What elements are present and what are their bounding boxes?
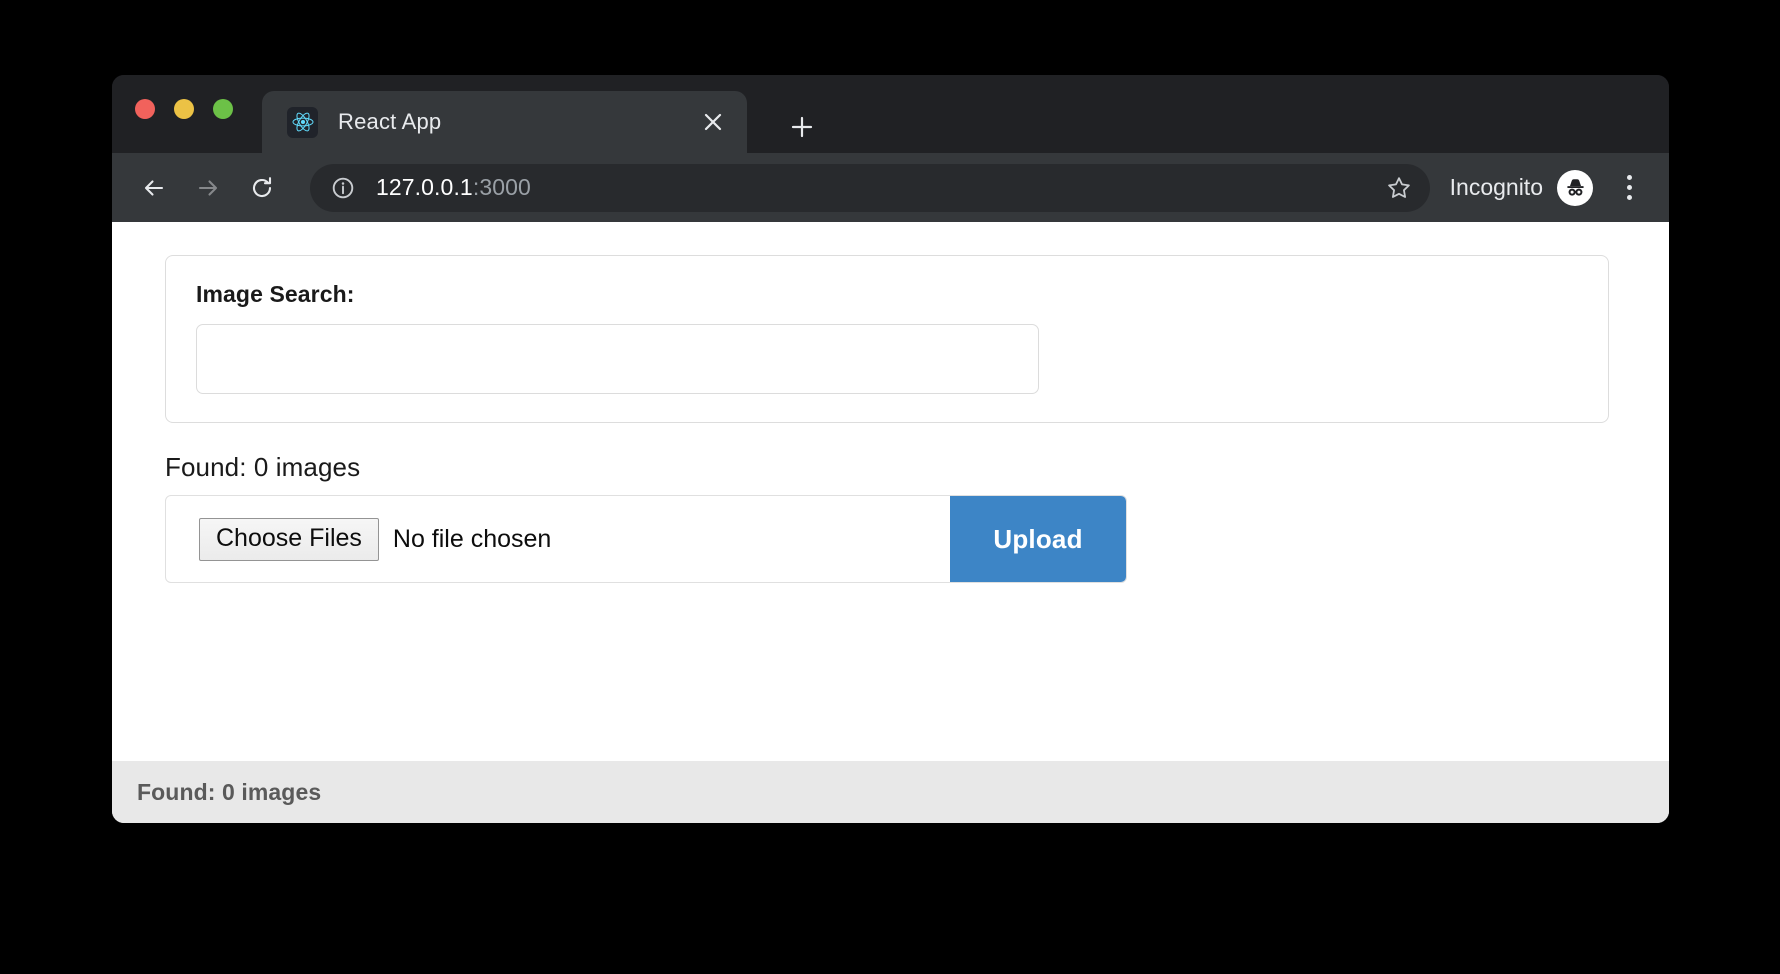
image-search-input[interactable]	[196, 324, 1039, 394]
page-viewport: Image Search: Found: 0 images Choose Fil…	[112, 222, 1669, 823]
no-file-chosen-text: No file chosen	[392, 524, 552, 553]
three-dot-menu-icon[interactable]	[1607, 164, 1651, 212]
react-logo-icon	[287, 106, 318, 138]
address-bar-url: 127.0.0.1:3000	[376, 174, 1378, 201]
star-outline-icon[interactable]	[1378, 167, 1420, 209]
reload-icon[interactable]	[238, 164, 286, 212]
page-content: Image Search: Found: 0 images Choose Fil…	[112, 222, 1669, 761]
info-circle-icon[interactable]	[330, 175, 356, 201]
close-icon[interactable]	[693, 102, 733, 142]
menu-dot	[1626, 175, 1632, 180]
upload-button[interactable]: Upload	[950, 496, 1126, 582]
tab-react-app[interactable]: React App	[262, 91, 747, 153]
profile-chip[interactable]: Incognito	[1449, 169, 1593, 206]
browser-window: React App 127.0.0.1:3000 Incognito Image…	[112, 75, 1669, 823]
menu-dot	[1626, 195, 1632, 200]
address-bar-port: :3000	[472, 174, 531, 200]
choose-files-button[interactable]: Choose Files	[199, 517, 379, 561]
menu-dot	[1626, 185, 1632, 190]
incognito-avatar-icon[interactable]	[1557, 169, 1593, 206]
tab-title: React App	[338, 109, 442, 134]
window-traffic-lights	[135, 99, 233, 119]
tab-strip: React App	[112, 75, 1669, 153]
image-search-card: Image Search:	[165, 255, 1609, 423]
found-count-text: Found: 0 images	[165, 452, 361, 482]
status-bar: Found: 0 images	[112, 761, 1669, 823]
arrow-right-icon[interactable]	[184, 164, 232, 212]
window-close-button[interactable]	[135, 99, 155, 119]
arrow-left-icon[interactable]	[130, 164, 178, 212]
image-search-label: Image Search:	[196, 281, 355, 307]
address-bar-host: 127.0.0.1	[376, 174, 473, 200]
file-picker-zone[interactable]: Choose Files No file chosen	[166, 496, 950, 582]
profile-label: Incognito	[1449, 174, 1543, 200]
browser-toolbar: 127.0.0.1:3000 Incognito	[112, 153, 1669, 222]
new-tab-button[interactable]	[782, 107, 822, 147]
status-bar-text: Found: 0 images	[137, 778, 322, 805]
window-zoom-button[interactable]	[213, 99, 233, 119]
window-minimize-button[interactable]	[174, 99, 194, 119]
upload-row: Choose Files No file chosen Upload	[165, 495, 1127, 583]
address-bar[interactable]: 127.0.0.1:3000	[310, 163, 1430, 212]
